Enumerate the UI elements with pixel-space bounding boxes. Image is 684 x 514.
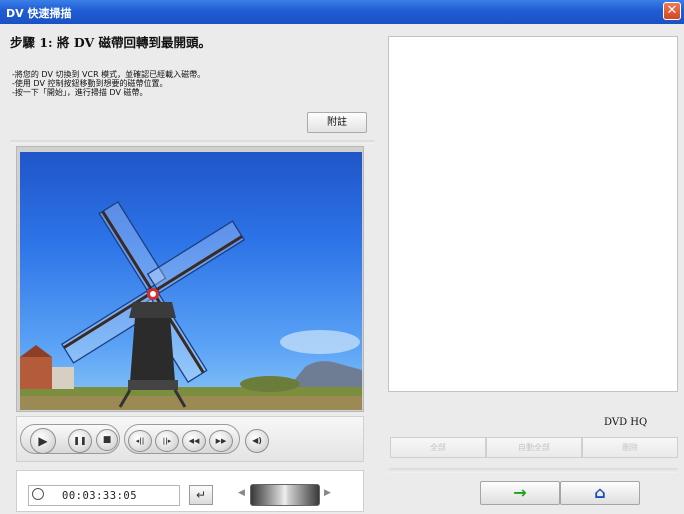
clock-icon <box>32 488 44 500</box>
arrow-right-icon: → <box>513 483 527 502</box>
home-icon: ⌂ <box>594 483 606 502</box>
quality-label: DVD HQ <box>604 417 648 428</box>
auto-all-button[interactable]: 自動全部 <box>486 437 582 458</box>
go-to-timecode-button[interactable]: ↵ <box>189 485 213 505</box>
play-button[interactable]: ▶ <box>30 428 56 454</box>
dv-scan-window: DV 快速掃描 ✕ 步驟 1: 將 DV 磁帶回轉到最開頭。 -將您的 DV 切… <box>0 0 684 514</box>
title-bar[interactable]: DV 快速掃描 ✕ <box>0 0 684 24</box>
volume-button[interactable]: ◀) <box>245 429 269 453</box>
next-frame-button[interactable]: ||▸ <box>155 430 179 452</box>
step-heading: 步驟 1: 將 DV 磁帶回轉到最開頭。 <box>10 35 212 50</box>
step-instructions: -將您的 DV 切換到 VCR 模式，並確認已經載入磁帶。 -使用 DV 控制按… <box>12 70 206 97</box>
windmill-image <box>20 201 362 410</box>
delete-button[interactable]: 刪除 <box>582 437 678 458</box>
fast-forward-button[interactable]: ▶▶ <box>209 430 233 452</box>
rewind-button[interactable]: ◀◀ <box>182 430 206 452</box>
close-icon[interactable]: ✕ <box>663 2 681 20</box>
shuttle-right-icon[interactable]: ▶ <box>324 488 331 498</box>
video-preview <box>20 152 362 410</box>
notes-button[interactable]: 附註 <box>307 112 367 133</box>
pause-button[interactable]: ❚❚ <box>68 429 92 453</box>
timecode-value: 00:03:33:05 <box>62 490 138 502</box>
all-button[interactable]: 全部 <box>390 437 486 458</box>
next-button[interactable]: → <box>480 481 560 505</box>
divider <box>388 468 678 473</box>
shuttle-left-icon[interactable]: ◀ <box>238 488 245 498</box>
window-title: DV 快速掃描 <box>6 7 72 20</box>
scene-list-panel <box>388 36 678 392</box>
home-button[interactable]: ⌂ <box>560 481 640 505</box>
previous-frame-button[interactable]: ◂|| <box>128 430 152 452</box>
stop-button[interactable]: ■ <box>96 429 118 451</box>
shuttle-slider[interactable] <box>250 484 320 506</box>
divider <box>10 140 375 144</box>
